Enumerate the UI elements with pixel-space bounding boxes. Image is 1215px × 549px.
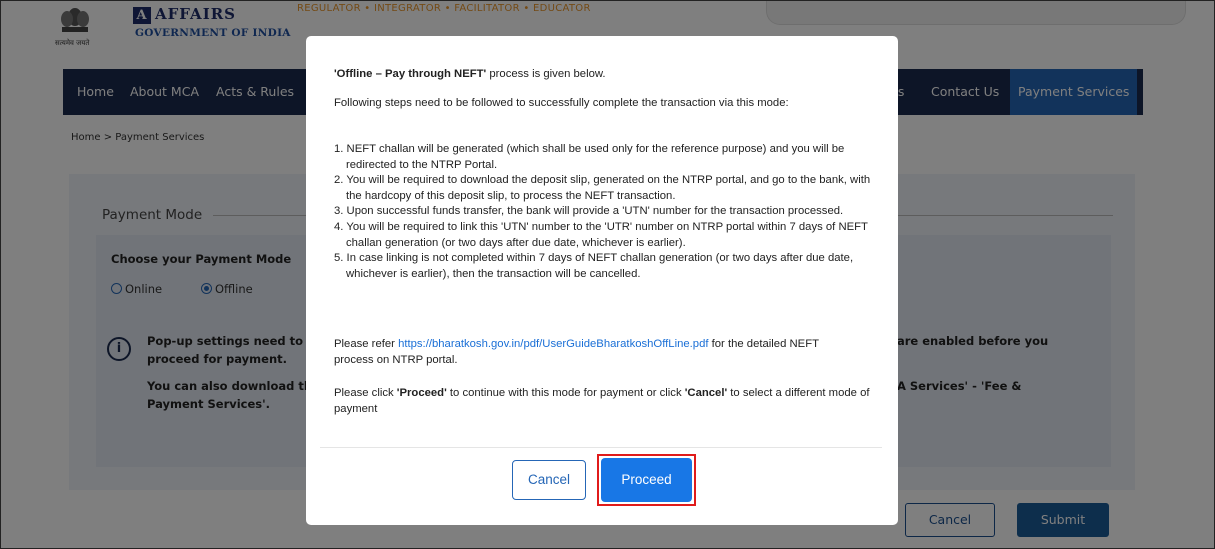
refer-prefix: Please refer [334,338,399,350]
step-item: 5. In case linking is not completed with… [334,252,854,280]
dialog-divider [320,447,882,448]
page: सत्यमेव जयते AAFFAIRS GOVERNMENT OF INDI… [0,0,1215,549]
click-instruction: Please click 'Proceed' to continue with … [334,385,879,417]
click-middle: to continue with this mode for payment o… [446,387,685,399]
click-cancel-text: 'Cancel' [684,387,728,399]
dialog-title-rest: process is given below. [486,68,606,80]
dialog-title-bold: 'Offline – Pay through NEFT' [334,68,487,80]
refer-text: Please refer https://bharatkosh.gov.in/p… [334,336,854,368]
neft-offline-dialog: 'Offline – Pay through NEFT' process is … [306,36,898,525]
step-item: 1. NEFT challan will be generated (which… [334,143,845,171]
click-proceed-text: 'Proceed' [396,387,447,399]
dialog-cancel-button[interactable]: Cancel [512,460,586,500]
step-item: 2. You will be required to download the … [334,174,871,202]
dialog-proceed-button[interactable]: Proceed [601,458,692,502]
click-prefix: Please click [334,387,397,399]
dialog-intro: Following steps need to be followed to s… [334,97,789,109]
steps-list: 1. NEFT challan will be generated (which… [334,142,874,282]
user-guide-link[interactable]: https://bharatkosh.gov.in/pdf/UserGuideB… [398,338,708,350]
step-item: 4. You will be required to link this 'UT… [334,220,868,249]
dialog-title: 'Offline – Pay through NEFT' process is … [334,66,874,82]
step-item: 3. Upon successful funds transfer, the b… [334,205,844,218]
